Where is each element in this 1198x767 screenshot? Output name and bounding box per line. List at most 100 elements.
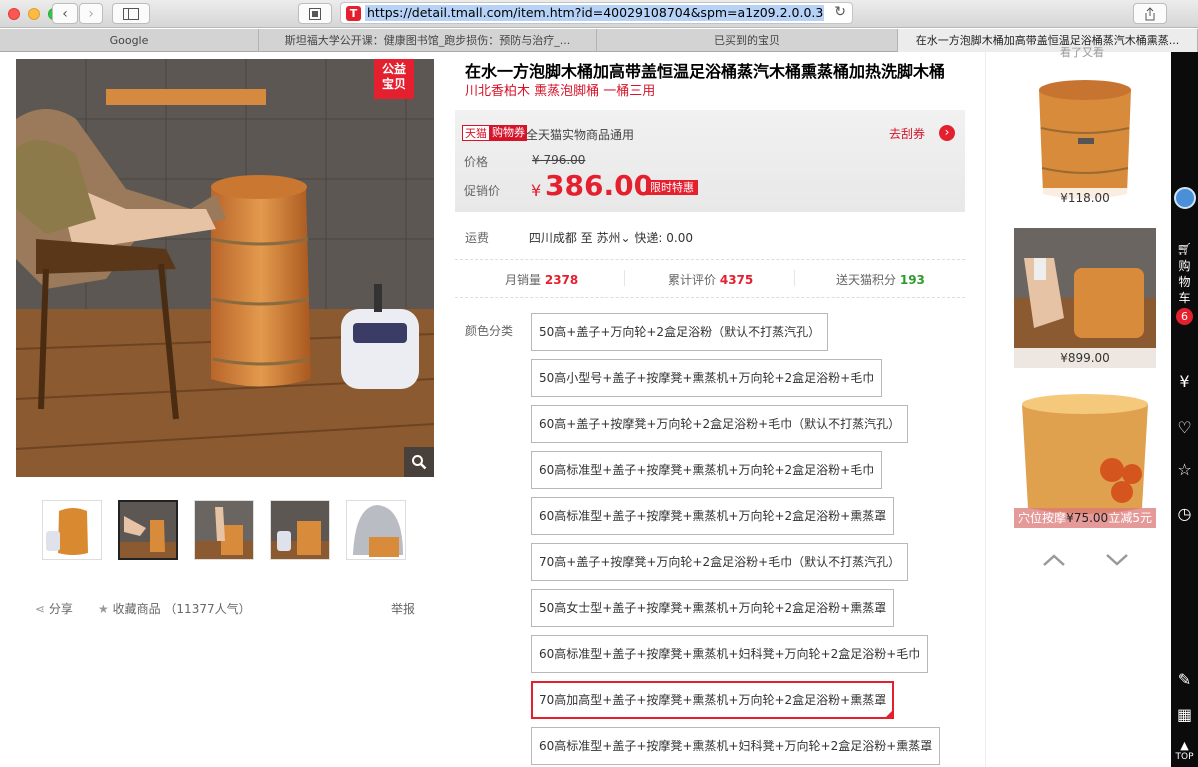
tab-bar: Google 斯坦福大学公开课：健康图书馆_跑步损伤：预防与治疗_... 已买到… — [0, 29, 1198, 52]
browser-window: { "browser": { "url": "https://detail.tm… — [0, 0, 1198, 767]
share-link[interactable]: ⋖ 分享 — [35, 600, 73, 617]
thumbnail-photo — [195, 501, 253, 559]
share-icon — [1145, 6, 1155, 20]
favorite-link[interactable]: ★ 收藏商品 （11377人气） — [98, 600, 251, 617]
coupon-link[interactable]: 去刮券 — [889, 125, 925, 142]
sku-option[interactable]: 60高标准型+盖子+按摩凳+熏蒸机+万向轮+2盒足浴粉+熏蒸罩 — [531, 497, 895, 535]
stat-separator — [624, 270, 625, 286]
coupon-arrow-icon[interactable]: › — [939, 125, 955, 141]
thumbnail-5[interactable] — [346, 500, 406, 560]
avatar-button[interactable] — [1171, 187, 1198, 213]
avatar-icon — [1173, 187, 1196, 209]
qrcode-button[interactable]: ▦ — [1171, 705, 1198, 724]
review-count[interactable]: 累计评价 4375 — [668, 271, 753, 288]
monthly-sales-label: 月销量 — [505, 273, 542, 287]
shipping-from: 四川成都 — [528, 231, 577, 245]
forward-button[interactable]: › — [79, 3, 103, 24]
sku-option[interactable]: 60高标准型+盖子+按摩凳+熏蒸机+妇科凳+万向轮+2盒足浴粉+熏蒸罩 — [531, 727, 941, 765]
reader-icon — [309, 7, 321, 20]
favorites-button[interactable]: ♡ — [1171, 418, 1198, 437]
recommend-up-button[interactable] — [1042, 548, 1066, 572]
favorite-label: 收藏商品 — [112, 602, 161, 616]
promo-left: 穴位按摩 — [1018, 511, 1067, 525]
currency-symbol: ¥ — [531, 181, 542, 200]
thumbnail-4[interactable] — [270, 500, 330, 560]
sku-option[interactable]: 70高+盖子+按摩凳+万向轮+2盒足浴粉+毛巾（默认不打蒸汽孔） — [531, 543, 909, 581]
cart-button[interactable]: 🛒︎ 购物车 6 — [1171, 242, 1198, 327]
sku-option[interactable]: 50高+盖子+万向轮+2盒足浴粉（默认不打蒸汽孔） — [531, 313, 829, 351]
url-text[interactable]: https://detail.tmall.com/item.htm?id=400… — [365, 5, 824, 21]
starred-button[interactable]: ☆ — [1171, 460, 1198, 479]
chevron-down-icon — [1106, 554, 1128, 566]
product-photo — [16, 59, 434, 477]
stat-separator — [794, 270, 795, 286]
recommend-item[interactable]: 穴位按摩 ¥75.00 立减5元 — [1014, 388, 1156, 528]
chevron-up-icon — [1043, 554, 1065, 566]
recommend-price: ¥118.00 — [1014, 188, 1156, 208]
address-bar[interactable]: T https://detail.tmall.com/item.htm?id=4… — [340, 2, 853, 24]
star-icon: ★ — [98, 602, 113, 616]
coupon-tag: 天猫 购物券 — [462, 125, 527, 141]
thumbnail-1[interactable] — [42, 500, 102, 560]
popularity-count: （11377人气） — [164, 602, 251, 616]
column-divider — [985, 52, 986, 767]
price-box: 天猫 购物券 全天猫实物商品通用 去刮券 › 价格 ¥ 796.00 促销价 ¥ … — [455, 110, 965, 212]
recommend-photo — [1014, 228, 1156, 368]
report-link[interactable]: 举报 — [391, 600, 415, 617]
sidebar-toggle-button[interactable] — [112, 3, 150, 24]
back-to-top-button[interactable]: ▲ TOP — [1171, 739, 1198, 762]
promo-right: 立减5元 — [1108, 511, 1152, 525]
reviews-value: 4375 — [719, 273, 754, 287]
sku-option[interactable]: 50高女士型+盖子+按摩凳+熏蒸机+万向轮+2盒足浴粉+熏蒸罩 — [531, 589, 895, 627]
recommend-down-button[interactable] — [1105, 548, 1129, 572]
tab-google[interactable]: Google — [0, 29, 259, 52]
history-button[interactable]: ◷ — [1171, 504, 1198, 523]
sku-option[interactable]: 60高标准型+盖子+按摩凳+熏蒸机+妇科凳+万向轮+2盒足浴粉+毛巾 — [531, 635, 929, 673]
recommend-item[interactable]: ¥118.00 — [1014, 68, 1156, 208]
shipping-label: 运费 — [465, 231, 490, 245]
sku-option[interactable]: 50高小型号+盖子+按摩凳+熏蒸机+万向轮+2盒足浴粉+毛巾 — [531, 359, 883, 397]
divider — [455, 259, 965, 260]
tmall-points: 送天猫积分 193 — [836, 271, 925, 288]
thumbnail-photo — [43, 501, 101, 559]
zoom-button[interactable] — [404, 447, 434, 477]
shipping-to: 苏州 — [596, 231, 621, 245]
points-value: 193 — [899, 273, 925, 287]
shipping-cost: 快递: 0.00 — [634, 231, 693, 245]
tab-product[interactable]: 在水一方泡脚木桶加高带盖恒温足浴桶蒸汽木桶熏蒸... — [898, 29, 1198, 52]
share-icon: ⋖ — [35, 602, 49, 616]
divider — [455, 297, 965, 298]
sku-option[interactable]: 60高标准型+盖子+按摩凳+熏蒸机+万向轮+2盒足浴粉+毛巾 — [531, 451, 883, 489]
back-button[interactable]: ‹ — [52, 3, 78, 24]
coupon-tag-tmall: 天猫 — [462, 125, 490, 141]
reader-button[interactable] — [298, 3, 332, 24]
recommend-photo — [1014, 68, 1156, 208]
charity-badge: 公益 宝贝 — [374, 59, 414, 99]
recommend-item[interactable]: ¥899.00 — [1014, 228, 1156, 368]
thumbnail-photo — [271, 501, 329, 559]
sku-option[interactable]: 60高+盖子+按摩凳+万向轮+2盒足浴粉+毛巾（默认不打蒸汽孔） — [531, 405, 909, 443]
shipping-destination-dropdown[interactable]: 苏州⌄ — [597, 231, 631, 245]
tab-purchased[interactable]: 已买到的宝贝 — [597, 29, 898, 52]
sku-option-selected[interactable]: 70高加高型+盖子+按摩凳+熏蒸机+万向轮+2盒足浴粉+熏蒸罩 — [531, 681, 895, 719]
share-button[interactable] — [1133, 3, 1167, 24]
coupons-button[interactable]: ¥ — [1171, 372, 1198, 391]
edit-icon: ✎ — [1177, 670, 1192, 689]
browser-toolbar: ‹ › T https://detail.tmall.com/item.htm?… — [0, 0, 1198, 28]
thumbnail-3[interactable] — [194, 500, 254, 560]
tab-stanford[interactable]: 斯坦福大学公开课：健康图书馆_跑步损伤：预防与治疗_... — [259, 29, 597, 52]
promo-badge: 限时特惠 — [646, 180, 698, 195]
recommend-price: ¥899.00 — [1014, 348, 1156, 368]
recommend-promo: 穴位按摩 ¥75.00 立减5元 — [1014, 508, 1156, 528]
main-product-image[interactable]: 公益 宝贝 — [16, 59, 434, 477]
thumbnail-2[interactable] — [118, 500, 178, 560]
tmall-sidebar: 🛒︎ 购物车 6 ¥ ♡ ☆ ◷ ✎ ▦ ▲ TOP — [1171, 52, 1198, 767]
arrow-up-icon: ▲ — [1180, 739, 1189, 752]
product-subtitle: 川北香柏木 熏蒸泡脚桶 一桶三用 — [465, 84, 656, 99]
reload-icon[interactable]: ↻ — [834, 4, 846, 20]
minimize-window-button[interactable] — [28, 8, 40, 20]
close-window-button[interactable] — [8, 8, 20, 20]
sidebar-icon — [123, 7, 139, 20]
feedback-button[interactable]: ✎ — [1171, 670, 1198, 689]
recommend-photo — [1014, 388, 1156, 528]
